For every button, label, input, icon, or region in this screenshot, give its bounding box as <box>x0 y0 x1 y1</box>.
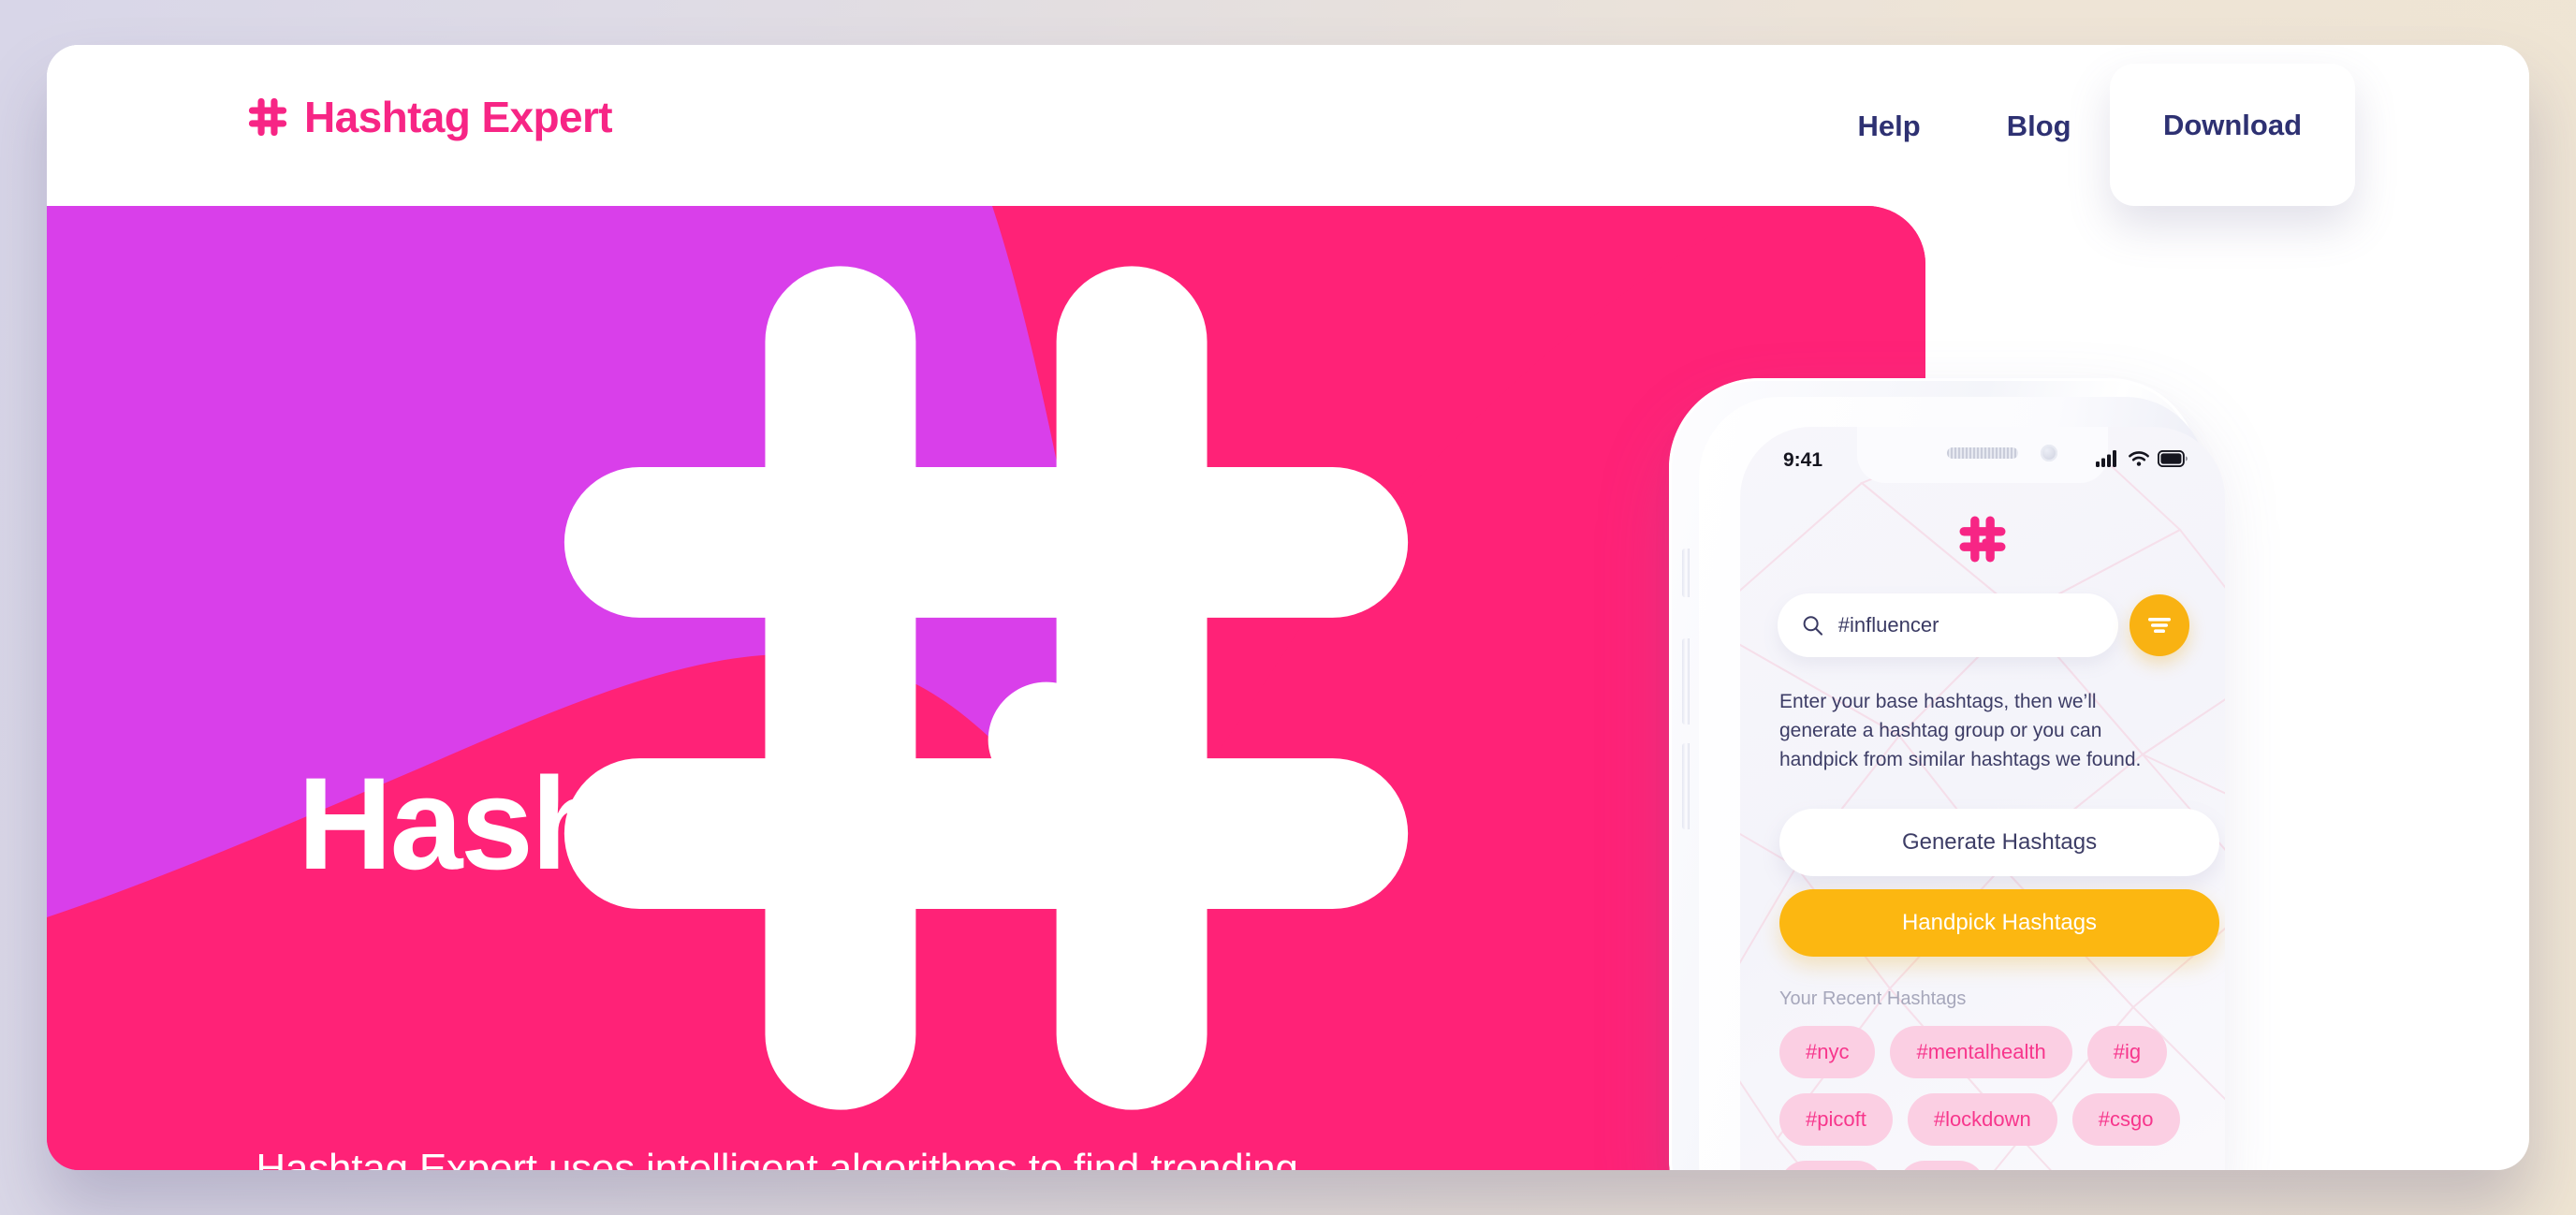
cellular-signal-icon <box>2096 450 2116 467</box>
handpick-hashtags-button[interactable]: Handpick Hashtags <box>1779 889 2219 957</box>
app-hashtag-heart-icon <box>1959 516 2006 563</box>
hero-section: Hashtag Expert Hashtag Expert uses intel… <box>47 206 1925 1170</box>
hashtag-chip[interactable]: #tbt <box>1898 1161 1985 1170</box>
recent-hashtags-label: Your Recent Hashtags <box>1779 988 1967 1009</box>
search-row <box>1778 593 2189 657</box>
filter-button[interactable] <box>2129 594 2189 656</box>
status-bar-indicators <box>2096 449 2188 467</box>
search-icon <box>1803 616 1823 636</box>
search-input[interactable] <box>1837 613 2094 637</box>
hashtag-chip[interactable]: #ootd <box>1779 1161 1884 1170</box>
app-description: Enter your base hashtags, then we’ll gen… <box>1779 691 2142 771</box>
download-button-label: Download <box>2162 109 2303 141</box>
phone-mockup: 9:41 #influencer Enter your base hashtag… <box>1650 371 2225 1170</box>
generate-hashtags-label: Generate Hashtags <box>1901 829 2098 855</box>
hero-hashtag-heart-icon <box>564 266 1409 1110</box>
filter-icon <box>2147 618 2171 633</box>
brand-name: Hashtag Expert <box>304 93 613 141</box>
phone-speaker <box>1947 447 2018 459</box>
hero-title: Hashtag Expert <box>298 750 1228 897</box>
battery-full-icon <box>2158 449 2188 467</box>
hero-subtitle: Hashtag Expert uses intelligent algorith… <box>256 1146 1298 1170</box>
generate-hashtags-button[interactable]: Generate Hashtags <box>1779 809 2219 876</box>
download-button[interactable]: Download <box>2110 64 2355 206</box>
recent-hashtags-list: #nyc #mentalhealth #ig #picoft #lockdown… <box>1779 1026 2225 1170</box>
phone-body: 9:41 #influencer Enter your base hashtag… <box>1669 378 2225 1170</box>
brand-logo[interactable]: Hashtag Expert <box>246 92 613 142</box>
site-header: Hashtag Expert Help Blog Contact Downloa… <box>47 45 2529 206</box>
hashtag-chip[interactable]: #csgo <box>2071 1093 2180 1146</box>
hashtag-heart-icon <box>248 97 287 137</box>
phone-screen: 9:41 #influencer Enter your base hashtag… <box>1740 427 2225 1170</box>
hashtag-chip[interactable]: #nyc <box>1779 1026 1876 1078</box>
search-box[interactable] <box>1778 593 2118 657</box>
hashtag-chip[interactable]: #ig <box>2086 1026 2168 1078</box>
phone-notch <box>1857 427 2108 483</box>
phone-rim: 9:41 #influencer Enter your base hashtag… <box>1699 397 2225 1170</box>
phone-silent-switch[interactable] <box>1682 549 1690 597</box>
phone-front-camera <box>2041 445 2057 461</box>
wifi-icon <box>2129 451 2149 466</box>
handpick-hashtags-label: Handpick Hashtags <box>1901 910 2098 935</box>
hashtag-chip[interactable]: #mentalhealth <box>1890 1026 2072 1078</box>
hashtag-chip[interactable]: #lockdown <box>1907 1093 2057 1146</box>
page-card: Hashtag Expert Help Blog Contact Downloa… <box>47 45 2529 1170</box>
nav-item-help[interactable]: Help <box>1815 111 1964 140</box>
hashtag-chip[interactable]: #picoft <box>1779 1093 1893 1146</box>
status-bar-time: 9:41 <box>1783 449 1823 471</box>
nav-item-blog[interactable]: Blog <box>1964 111 2115 140</box>
phone-volume-down-button[interactable] <box>1682 743 1690 829</box>
phone-volume-up-button[interactable] <box>1682 638 1690 725</box>
